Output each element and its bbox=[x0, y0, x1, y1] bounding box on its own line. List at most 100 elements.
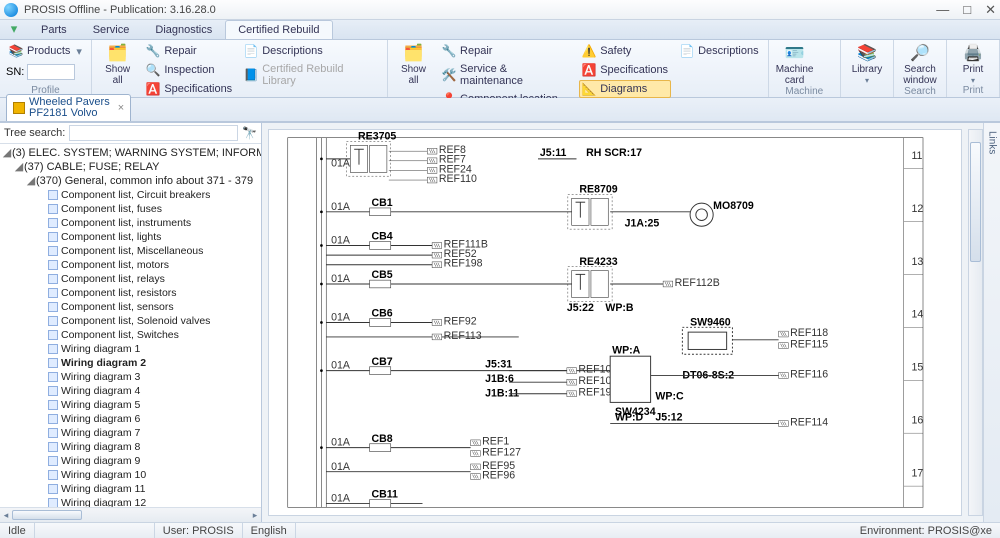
svg-text:RH SCR:17: RH SCR:17 bbox=[586, 147, 642, 159]
print-button[interactable]: 🖨️Print▾ bbox=[953, 42, 993, 85]
tab-diagnostics[interactable]: Diagnostics bbox=[142, 20, 225, 39]
svg-text:01A: 01A bbox=[331, 235, 351, 247]
diagram-scroll-thumb[interactable] bbox=[970, 142, 981, 262]
publication-icon bbox=[13, 102, 25, 114]
tree-item[interactable]: Component list, fuses bbox=[2, 202, 261, 216]
descriptions-icon-2: 📄 bbox=[680, 44, 694, 58]
tree-item[interactable]: Wiring diagram 2 bbox=[2, 356, 261, 370]
scroll-thumb[interactable] bbox=[12, 510, 82, 520]
safety-button[interactable]: ⚠️Safety bbox=[579, 42, 671, 60]
library-button[interactable]: 📚Library▾ bbox=[847, 42, 887, 85]
links-label: Links bbox=[987, 131, 998, 154]
links-sidebar[interactable]: Links bbox=[983, 123, 1000, 522]
scroll-right-arrow[interactable]: ▸ bbox=[249, 508, 261, 522]
svg-text:REF92: REF92 bbox=[444, 315, 477, 327]
products-button[interactable]: 📚Products▾ bbox=[6, 42, 85, 60]
tree-search-input[interactable] bbox=[69, 125, 238, 141]
tree-item[interactable]: Wiring diagram 10 bbox=[2, 468, 261, 482]
tree-item[interactable]: Wiring diagram 3 bbox=[2, 370, 261, 384]
svg-text:J1A:25: J1A:25 bbox=[625, 217, 660, 229]
tree-horizontal-scrollbar[interactable]: ◂ ▸ bbox=[0, 507, 261, 522]
svg-text:J1B:6: J1B:6 bbox=[485, 373, 514, 385]
tree-item[interactable]: Component list, instruments bbox=[2, 216, 261, 230]
svg-text:REF118: REF118 bbox=[790, 327, 828, 339]
tree-item[interactable]: Wiring diagram 8 bbox=[2, 440, 261, 454]
sn-input[interactable] bbox=[27, 64, 75, 80]
search-window-button[interactable]: 🔎Search window bbox=[900, 42, 940, 86]
svg-text:J5:31: J5:31 bbox=[485, 359, 512, 371]
window-title: PROSIS Offline - Publication: 3.16.28.0 bbox=[24, 4, 216, 16]
specifications-button-1[interactable]: 🅰️Specifications bbox=[143, 80, 235, 98]
machine-card-button[interactable]: 🪪Machine card bbox=[775, 42, 815, 86]
tree-item[interactable]: Component list, resistors bbox=[2, 286, 261, 300]
descriptions-button-1[interactable]: 📄Descriptions bbox=[241, 42, 381, 60]
specifications-button-2[interactable]: 🅰️Specifications bbox=[579, 61, 671, 79]
tree-item[interactable]: Wiring diagram 6 bbox=[2, 412, 261, 426]
show-all-button-2[interactable]: 🗂️Show all bbox=[394, 42, 433, 86]
file-menu-dropdown[interactable]: ▾ bbox=[4, 21, 24, 39]
diagram-vertical-scrollbar[interactable] bbox=[968, 129, 983, 516]
tab-certified-rebuild[interactable]: Certified Rebuild bbox=[225, 20, 332, 39]
tree-body[interactable]: ◢(3) ELEC. SYSTEM; WARNING SYSTEM; INFOR… bbox=[0, 144, 261, 507]
tree-node-370[interactable]: (370) General, common info about 371 - 3… bbox=[36, 175, 253, 187]
tree-item[interactable]: Component list, Solenoid valves bbox=[2, 314, 261, 328]
publication-tab[interactable]: Wheeled Pavers PF2181 Volvo × bbox=[6, 94, 131, 121]
svg-text:13: 13 bbox=[911, 256, 923, 268]
wiring-diagram[interactable]: 11121314151617RE3705REF8REF7REF24REF110J… bbox=[268, 129, 962, 516]
descriptions-button-2[interactable]: 📄Descriptions bbox=[677, 42, 762, 60]
tree-item[interactable]: Component list, relays bbox=[2, 272, 261, 286]
svg-text:CB6: CB6 bbox=[371, 308, 392, 320]
svg-text:WP:A: WP:A bbox=[612, 344, 641, 356]
tree-item[interactable]: Component list, Switches bbox=[2, 328, 261, 342]
group-library: 📚Library▾ bbox=[841, 40, 894, 97]
products-label: Products bbox=[27, 45, 70, 57]
tree-item[interactable]: Wiring diagram 4 bbox=[2, 384, 261, 398]
tree-item[interactable]: Wiring diagram 9 bbox=[2, 454, 261, 468]
repair-button-2[interactable]: 🔧Repair bbox=[439, 42, 573, 60]
close-tab-button[interactable]: × bbox=[118, 102, 124, 114]
tree-item[interactable]: Component list, Miscellaneous bbox=[2, 244, 261, 258]
tree-node-root[interactable]: (3) ELEC. SYSTEM; WARNING SYSTEM; INFORM… bbox=[12, 147, 261, 159]
close-button[interactable]: ✕ bbox=[985, 3, 996, 16]
diagrams-button[interactable]: 📐Diagrams bbox=[579, 80, 671, 98]
svg-text:REF115: REF115 bbox=[790, 339, 828, 351]
svg-text:15: 15 bbox=[911, 362, 923, 374]
svg-text:J5:12: J5:12 bbox=[655, 412, 682, 424]
tree-item[interactable]: Wiring diagram 12 bbox=[2, 496, 261, 507]
maximize-button[interactable]: □ bbox=[963, 3, 971, 16]
inspection-button[interactable]: 🔍Inspection bbox=[143, 61, 235, 79]
scroll-left-arrow[interactable]: ◂ bbox=[0, 508, 12, 522]
status-user: User: PROSIS bbox=[155, 523, 243, 538]
sn-label: SN: bbox=[6, 66, 24, 78]
group-machine-card: 🪪Machine card Machine card bbox=[769, 40, 841, 97]
repair-icon-2: 🔧 bbox=[442, 44, 456, 58]
svg-text:12: 12 bbox=[911, 203, 923, 215]
svg-text:17: 17 bbox=[911, 468, 923, 480]
library-books-icon: 📚 bbox=[856, 42, 878, 64]
tree-item[interactable]: Component list, Circuit breakers bbox=[2, 188, 261, 202]
search-window-icon: 🔎 bbox=[909, 42, 931, 64]
svg-text:CB7: CB7 bbox=[371, 356, 392, 368]
svg-text:01A: 01A bbox=[331, 461, 351, 473]
service-maintenance-button[interactable]: 🛠️Service & maintenance bbox=[439, 61, 573, 89]
svg-text:MO8709: MO8709 bbox=[713, 200, 754, 212]
tree-item[interactable]: Wiring diagram 5 bbox=[2, 398, 261, 412]
repair-button-1[interactable]: 🔧Repair bbox=[143, 42, 235, 60]
svg-text:CB5: CB5 bbox=[371, 269, 392, 281]
binoculars-icon[interactable]: 🔭 bbox=[242, 126, 257, 140]
minimize-button[interactable]: — bbox=[936, 3, 949, 16]
svg-text:WP:D: WP:D bbox=[615, 412, 644, 424]
app-icon bbox=[4, 3, 18, 17]
tree-item[interactable]: Component list, motors bbox=[2, 258, 261, 272]
tree-item[interactable]: Wiring diagram 1 bbox=[2, 342, 261, 356]
tree-item[interactable]: Wiring diagram 11 bbox=[2, 482, 261, 496]
tab-service[interactable]: Service bbox=[80, 20, 143, 39]
service-icon: 🛠️ bbox=[442, 68, 456, 82]
svg-text:16: 16 bbox=[911, 415, 923, 427]
tree-item[interactable]: Component list, sensors bbox=[2, 300, 261, 314]
show-all-button-1[interactable]: 🗂️Show all bbox=[98, 42, 137, 86]
tree-item[interactable]: Wiring diagram 7 bbox=[2, 426, 261, 440]
tab-parts[interactable]: Parts bbox=[28, 20, 80, 39]
tree-item[interactable]: Component list, lights bbox=[2, 230, 261, 244]
tree-node-37[interactable]: (37) CABLE; FUSE; RELAY bbox=[24, 161, 160, 173]
